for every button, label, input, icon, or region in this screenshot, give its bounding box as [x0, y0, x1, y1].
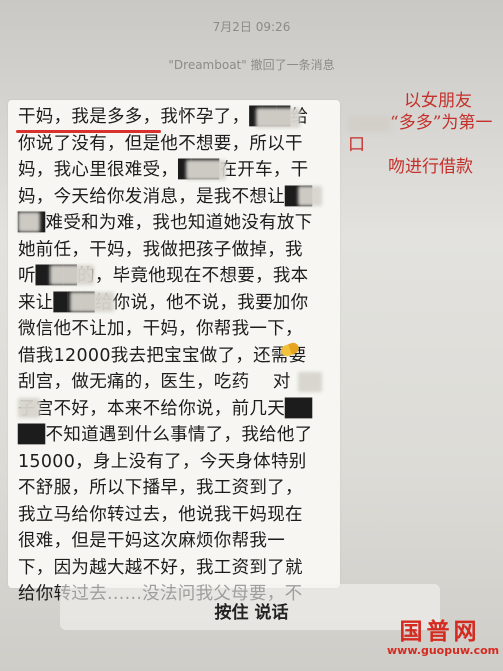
redaction-blur	[186, 160, 226, 180]
redaction-blur	[70, 292, 114, 312]
annotation-line-1: 以女朋友	[404, 91, 472, 111]
redaction-blur	[298, 372, 322, 392]
recall-notice: "Dreamboat" 撤回了一条消息	[168, 58, 335, 72]
highlight-underline	[16, 130, 161, 133]
message-timestamp: 7月2日 09:26	[212, 20, 291, 34]
annotation-line-2-quote: “	[390, 113, 399, 133]
redaction-blur	[18, 398, 40, 418]
watermark-logo: 国普网 www.guopuw.com	[387, 612, 500, 657]
watermark-name: 国普网	[399, 618, 481, 645]
annotation-line-3: 吻进行借款	[388, 157, 473, 177]
redaction-blur	[298, 186, 322, 206]
red-annotation: 以女朋友 “多多”为第一口 吻进行借款	[348, 90, 498, 178]
annotation-redaction	[348, 115, 390, 132]
redaction-blur	[50, 265, 94, 285]
watermark-url: www.guopuw.com	[387, 644, 500, 657]
redaction-blur	[256, 108, 300, 128]
redaction-blur	[18, 212, 40, 232]
